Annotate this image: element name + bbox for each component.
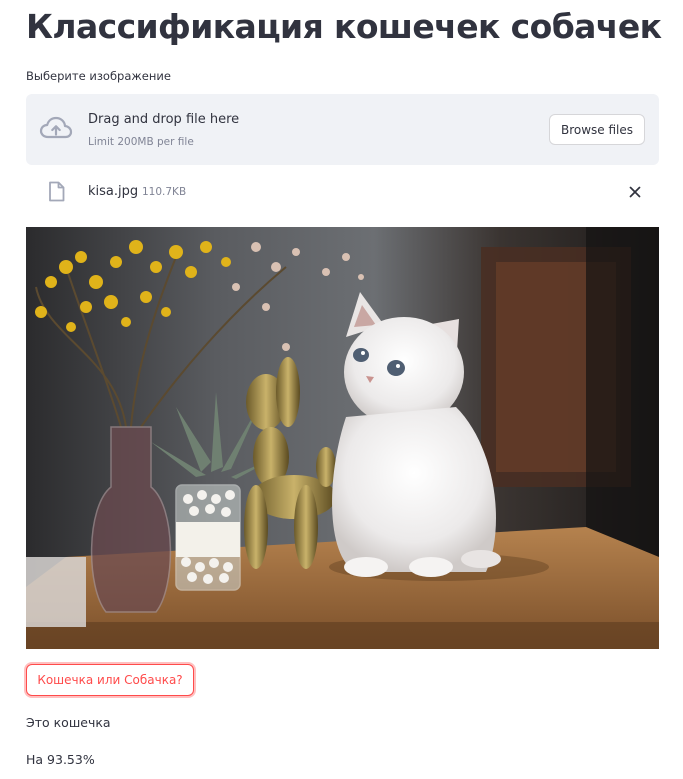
classify-button[interactable]: Кошечка или Собачка? [26, 664, 194, 696]
uploaded-image-kitten [26, 227, 659, 649]
file-dropzone[interactable]: Drag and drop file here Limit 200MB per … [26, 94, 659, 165]
uploaded-file-name: kisa.jpg [88, 184, 139, 199]
uploaded-file-row: kisa.jpg 110.7KB [26, 173, 659, 209]
dropzone-limit: Limit 200MB per file [88, 136, 194, 148]
page-title: Классификация кошечек собачек [26, 7, 662, 46]
browse-files-button[interactable]: Browse files [549, 114, 645, 145]
uploaded-file-size: 110.7KB [142, 186, 187, 198]
uploader-label: Выберите изображение [26, 69, 171, 83]
file-icon [49, 181, 65, 202]
prediction-probability: На 93.53% [26, 752, 95, 767]
dropzone-title: Drag and drop file here [88, 112, 240, 127]
cloud-upload-icon [39, 116, 73, 139]
prediction-label: Это кошечка [26, 715, 111, 730]
close-icon [629, 186, 641, 198]
remove-file-button[interactable] [624, 181, 646, 203]
